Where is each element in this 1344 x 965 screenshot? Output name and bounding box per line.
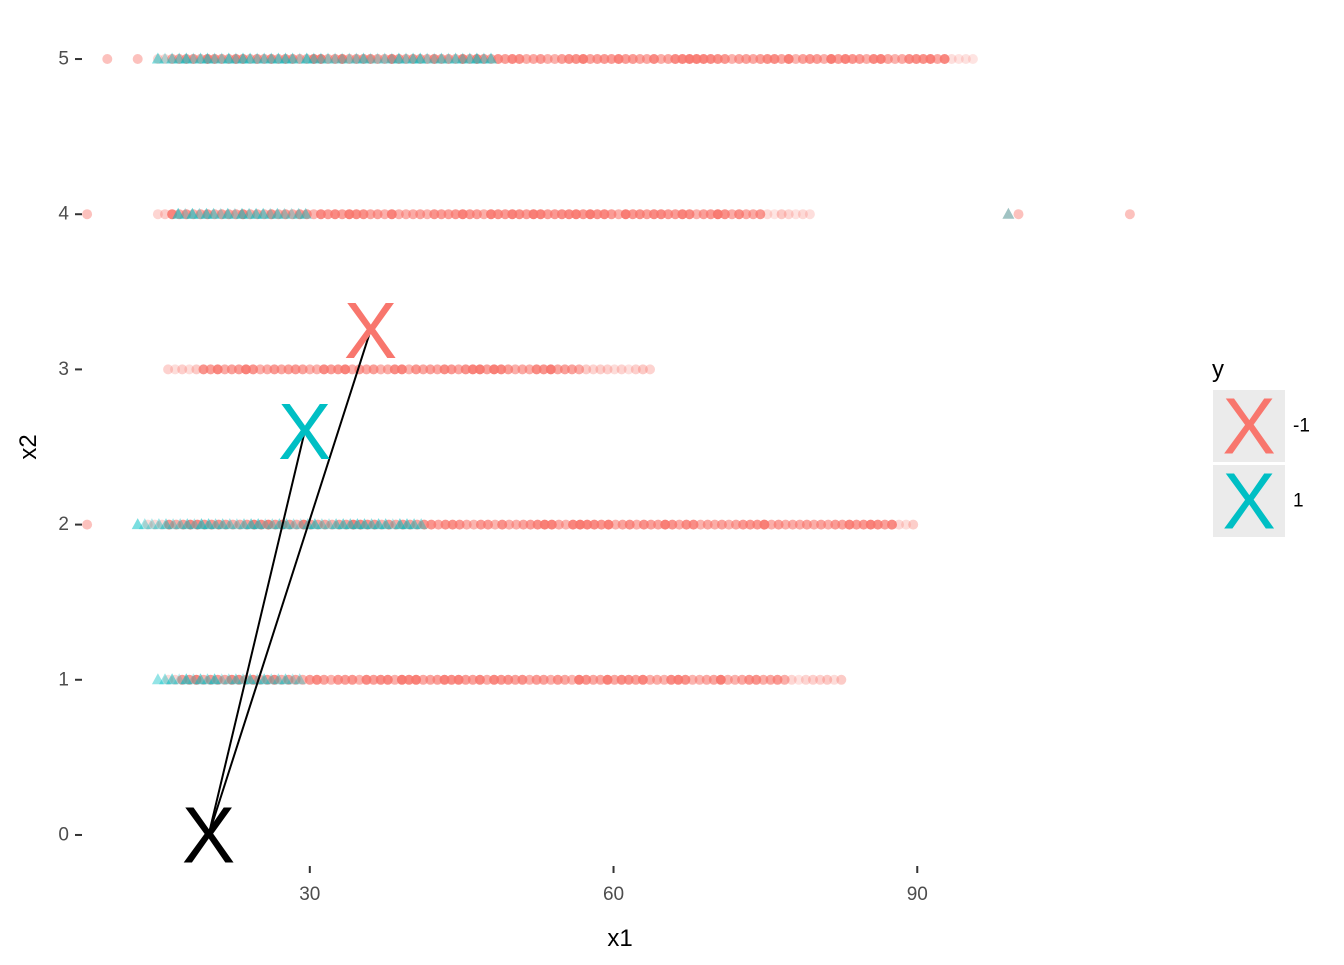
point-neg <box>967 54 978 64</box>
x-tick-label: 90 <box>907 884 928 905</box>
y-tick-label: 1 <box>58 669 69 690</box>
x-tick-label: 30 <box>299 884 320 905</box>
x-marker: X <box>182 791 235 880</box>
x-marker: X <box>278 387 331 476</box>
point-neg <box>102 54 113 64</box>
point-neg <box>82 209 93 220</box>
y-tick-label: 3 <box>58 359 69 380</box>
y-tick-label: 4 <box>58 204 69 225</box>
point-neg <box>132 54 143 64</box>
x-marker: X <box>344 286 397 375</box>
arrow-line <box>207 431 306 836</box>
y-axis-label: x2 <box>15 434 42 459</box>
point-neg <box>1124 209 1135 220</box>
legend: y X -1X 1 <box>1212 356 1310 546</box>
legend-title: y <box>1212 356 1224 383</box>
point-neg <box>645 364 655 375</box>
scatter-chart: XXX 30 60 90 012345 x1 x2 y X -1X 1 <box>15 49 1310 952</box>
point-neg <box>836 674 847 685</box>
point-neg <box>804 209 815 220</box>
points-layer <box>82 52 1135 685</box>
chart-container: XXX 30 60 90 012345 x1 x2 y X -1 X 1 <box>0 0 1344 960</box>
y-tick-label: 0 <box>58 824 69 845</box>
legend-key-symbol: X <box>1222 457 1275 546</box>
point-neg <box>1013 209 1024 220</box>
x-axis: 30 60 90 <box>299 866 928 905</box>
point-pos <box>1002 207 1015 219</box>
y-axis: 0 1 2 3 4 5 <box>58 49 82 845</box>
x-axis-label: x1 <box>607 925 632 952</box>
point-neg <box>908 519 919 530</box>
y-tick-label: 2 <box>58 514 69 535</box>
point-neg <box>82 519 93 530</box>
legend-entry-label: 1 <box>1293 491 1304 512</box>
legend-entry-label: -1 <box>1293 416 1310 437</box>
x-tick-label: 60 <box>603 884 624 905</box>
y-tick-label: 5 <box>58 49 69 70</box>
